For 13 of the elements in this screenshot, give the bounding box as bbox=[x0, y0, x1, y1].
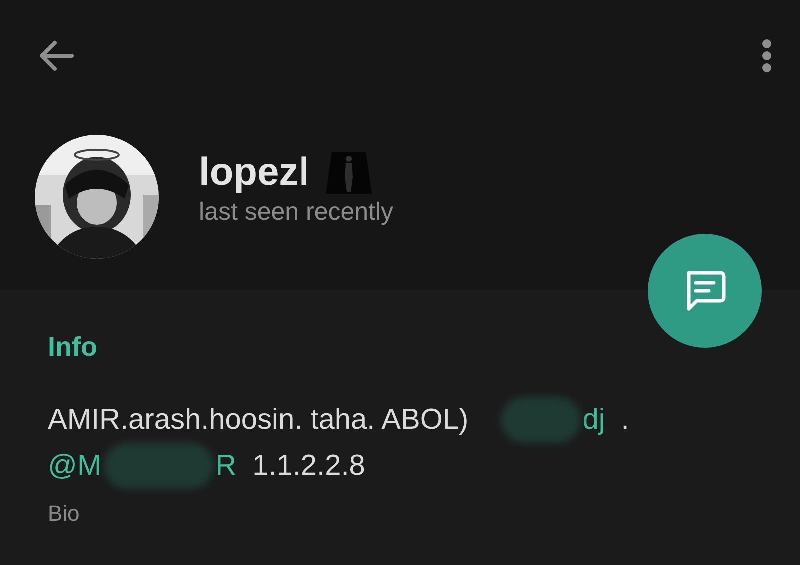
bio-link[interactable]: @M bbox=[48, 446, 102, 486]
bio-link[interactable]: dj bbox=[582, 400, 606, 440]
bio-text: AMIR.arash.hoosin. taha. ABOL) bbox=[48, 403, 469, 438]
last-seen-status: last seen recently bbox=[199, 198, 394, 226]
more-options-icon[interactable] bbox=[762, 39, 772, 73]
bio-link[interactable]: R bbox=[216, 446, 237, 486]
bio-label: Bio bbox=[48, 501, 81, 527]
contact-name: lopezǀ bbox=[199, 150, 310, 194]
bio-text: . bbox=[621, 403, 630, 438]
info-heading: Info bbox=[48, 332, 98, 363]
bio-text: 1.1.2.2.8 bbox=[252, 449, 366, 484]
back-icon[interactable] bbox=[38, 40, 74, 72]
figure-icon bbox=[326, 150, 372, 196]
